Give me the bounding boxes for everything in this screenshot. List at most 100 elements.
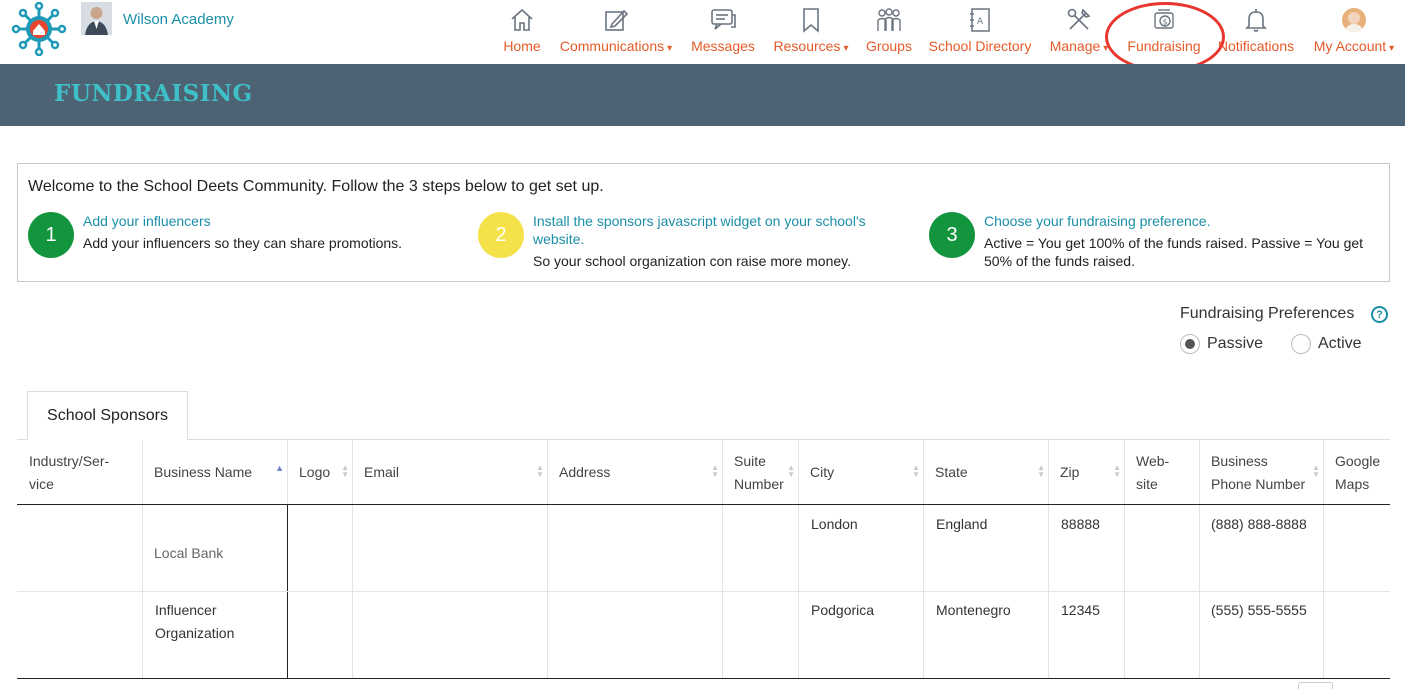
radio-button[interactable] — [1180, 334, 1200, 354]
nav-school-directory[interactable]: A School Directory — [927, 0, 1033, 64]
column-header-label: site — [1136, 475, 1158, 492]
nav-communications-label: Communications — [559, 38, 665, 54]
nav-notifications-label: Notifications — [1217, 38, 1295, 54]
column-header-email[interactable]: Email ▲ ▼ — [352, 440, 547, 505]
nav-resources[interactable]: Resources ▾ — [769, 0, 853, 64]
cell-city: Podgorica — [811, 602, 875, 618]
sort-icon: ▲ ▼ — [711, 463, 719, 479]
svg-text:A: A — [977, 17, 984, 27]
nav-manage[interactable]: Manage ▾ — [1046, 0, 1112, 64]
step-2-link[interactable]: Install the sponsors javascript widget o… — [533, 212, 933, 248]
table-bottom-border — [17, 678, 1390, 679]
cell-phone: (888) 888-8888 — [1211, 516, 1307, 532]
column-header-label: Logo — [299, 464, 331, 480]
step-1-description: Add your influencers so they can share p… — [83, 235, 403, 251]
home-icon — [509, 6, 535, 34]
nav-fundraising[interactable]: $ Fundraising — [1124, 0, 1204, 64]
sort-icon: ▲ ▼ — [787, 463, 795, 479]
column-header-business-name[interactable]: Business Name ▲ — [142, 440, 287, 505]
radio-button[interactable] — [1291, 334, 1311, 354]
sort-icon: ▲ ▼ — [1037, 463, 1045, 479]
nav-messages-label: Messages — [691, 38, 755, 54]
tools-icon — [1066, 6, 1092, 34]
cell-phone: (555) 555-5555 — [1211, 602, 1307, 618]
column-header-label: Number — [734, 475, 784, 492]
step-1-link[interactable]: Add your influencers — [83, 212, 463, 230]
column-header-label: Zip — [1060, 464, 1080, 480]
tab-school-sponsors[interactable]: School Sponsors — [27, 391, 188, 440]
column-header-label: Email — [364, 464, 400, 480]
column-header-state[interactable]: State ▲ ▼ — [923, 440, 1048, 505]
fundraising-preferences-label: Fundraising Preferences — [1180, 305, 1355, 322]
nav-my-account-label: My Account — [1313, 38, 1387, 54]
nav-fundraising-label: Fundraising — [1127, 38, 1201, 54]
top-bar: Wilson Academy Home Communications ▾ Mess… — [0, 0, 1405, 72]
nav-messages[interactable]: Messages — [688, 0, 758, 64]
step-number-badge: 2 — [478, 212, 524, 258]
column-header-label: Suite — [734, 452, 766, 469]
nav-communications[interactable]: Communications ▾ — [556, 0, 676, 64]
cell-zip: 88888 — [1061, 516, 1100, 532]
bookmark-icon — [799, 6, 823, 34]
svg-text:$: $ — [1163, 18, 1168, 27]
radio-passive[interactable]: Passive — [1180, 334, 1263, 354]
page-title: FUNDRAISING — [54, 80, 253, 107]
nav-manage-label: Manage — [1049, 38, 1101, 54]
caret-down-icon: ▾ — [667, 43, 673, 54]
column-header-city[interactable]: City ▲ ▼ — [798, 440, 923, 505]
column-header-label: Maps — [1335, 475, 1370, 492]
nav-notifications[interactable]: Notifications — [1214, 0, 1298, 64]
sort-icon: ▲ ▼ — [1312, 463, 1320, 479]
column-header-label: Business Name — [154, 464, 253, 480]
column-header-label: City — [810, 464, 835, 480]
radio-active[interactable]: Active — [1291, 334, 1362, 354]
fundraising-icon: $ — [1151, 6, 1177, 34]
help-icon[interactable]: ? — [1371, 306, 1388, 323]
column-header-suite-number[interactable]: Suite Number ▲ ▼ — [722, 440, 798, 505]
pagination-control[interactable] — [1298, 682, 1333, 689]
school-name[interactable]: Wilson Academy — [123, 11, 234, 28]
sort-icon: ▲ ▼ — [536, 463, 544, 479]
bell-icon — [1243, 6, 1269, 34]
cell-zip: 12345 — [1061, 602, 1100, 618]
step-number-badge: 1 — [28, 212, 74, 258]
school-avatar[interactable] — [81, 2, 112, 35]
column-header-industry[interactable]: Industry/Ser-vice — [17, 440, 142, 505]
column-header-label: Web- — [1136, 452, 1170, 469]
avatar — [1341, 6, 1367, 34]
nav-resources-label: Resources — [773, 38, 841, 54]
column-header-label: Address — [559, 464, 611, 480]
directory-icon: A — [967, 6, 993, 34]
sort-ascending-icon: ▲ — [275, 463, 284, 473]
radio-active-label: Active — [1318, 335, 1362, 352]
caret-down-icon: ▾ — [1103, 43, 1109, 54]
radio-selected-dot — [1185, 339, 1195, 349]
step-3-link[interactable]: Choose your fundraising preference. — [984, 212, 1384, 230]
nav-home[interactable]: Home — [500, 0, 544, 64]
step-3-description-line1: Active = You get 100% of the funds raise… — [984, 235, 1364, 251]
people-icon — [875, 6, 903, 34]
column-header-google-maps[interactable]: Google Maps — [1323, 440, 1390, 505]
column-header-business-phone[interactable]: Business Phone Number ▲ ▼ — [1199, 440, 1323, 505]
step-3-description: Active = You get 100% of the funds raise… — [984, 234, 1384, 270]
nav-home-label: Home — [503, 38, 541, 54]
nav-my-account[interactable]: My Account ▾ — [1308, 0, 1400, 64]
column-header-zip[interactable]: Zip ▲ ▼ — [1048, 440, 1124, 505]
column-header-website[interactable]: Web-site — [1124, 440, 1199, 505]
radio-passive-label: Passive — [1207, 335, 1264, 352]
cell-business-name: Influencer Organization — [155, 599, 234, 645]
column-header-label: vice — [29, 475, 54, 492]
edit-icon — [603, 6, 629, 34]
school-deets-logo[interactable] — [10, 1, 68, 57]
welcome-panel: Welcome to the School Deets Community. F… — [17, 163, 1390, 282]
caret-down-icon: ▾ — [1389, 43, 1395, 54]
nav-groups-label: Groups — [866, 38, 912, 54]
column-header-logo[interactable]: Logo ▲ ▼ — [287, 440, 352, 505]
header-divider — [17, 504, 1390, 505]
cell-state: Montenegro — [936, 602, 1011, 618]
cell-business-name-line1: Influencer — [155, 602, 217, 618]
nav-groups[interactable]: Groups — [864, 0, 914, 64]
column-header-address[interactable]: Address ▲ ▼ — [547, 440, 722, 505]
sponsors-table: Industry/Ser-vice Business Name ▲ Logo ▲… — [17, 440, 1390, 680]
cell-city: London — [811, 516, 858, 532]
